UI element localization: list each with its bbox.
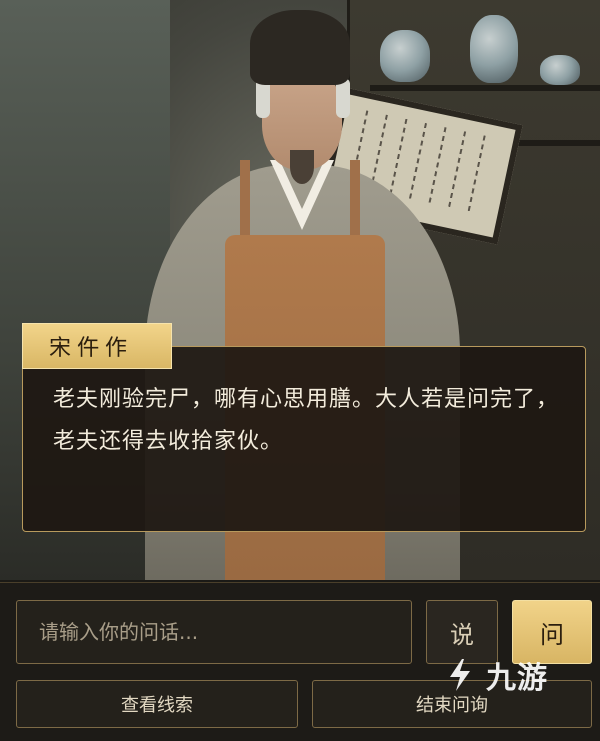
speaker-name-tag: 宋仵作 xyxy=(22,323,172,369)
apron-strap xyxy=(350,160,360,245)
dialogue-box[interactable]: 老夫刚验完尸，哪有心思用膳。大人若是问完了，老夫还得去收拾家伙。 xyxy=(22,346,586,532)
ask-button[interactable]: 问 xyxy=(512,600,592,664)
view-clues-button[interactable]: 查看线索 xyxy=(16,680,298,728)
character-beard xyxy=(290,150,314,184)
question-input-field[interactable] xyxy=(16,600,412,664)
vase xyxy=(540,55,580,85)
apron-strap xyxy=(240,160,250,245)
cabinet-shelf xyxy=(370,85,600,91)
character-hat xyxy=(250,10,350,85)
vase xyxy=(470,15,518,83)
question-input[interactable] xyxy=(17,601,411,663)
end-questioning-button[interactable]: 结束问询 xyxy=(312,680,592,728)
say-button[interactable]: 说 xyxy=(426,600,498,664)
dialogue-text: 老夫刚验完尸，哪有心思用膳。大人若是问完了，老夫还得去收拾家伙。 xyxy=(53,387,560,454)
vase xyxy=(380,30,430,82)
